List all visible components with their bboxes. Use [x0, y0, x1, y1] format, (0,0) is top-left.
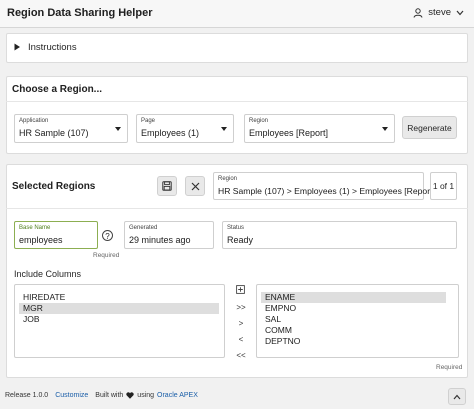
- status-field: Status Ready: [222, 221, 457, 249]
- app-title: Region Data Sharing Helper: [7, 7, 153, 19]
- save-icon: [162, 181, 172, 191]
- page-select[interactable]: Page Employees (1): [136, 114, 234, 143]
- instructions-label[interactable]: Instructions: [28, 42, 77, 53]
- user-menu[interactable]: steve: [413, 7, 464, 18]
- expand-triangle-icon[interactable]: [14, 43, 21, 51]
- columns-required: Required: [436, 364, 463, 371]
- application-label: Application: [19, 118, 49, 124]
- list-item[interactable]: SAL: [261, 314, 446, 325]
- remove-region-button[interactable]: [185, 176, 205, 196]
- application-value: HR Sample (107): [19, 128, 89, 138]
- generated-label: Generated: [129, 225, 158, 231]
- include-columns-label: Include Columns: [14, 269, 82, 279]
- application-select[interactable]: Application HR Sample (107): [14, 114, 128, 143]
- chevron-up-icon: [453, 394, 461, 399]
- caret-down-icon: [221, 127, 227, 131]
- release-text: Release 1.0.0: [5, 392, 49, 399]
- choose-region-title: Choose a Region...: [12, 84, 103, 95]
- caret-down-icon: [382, 127, 388, 131]
- using-text: using: [137, 392, 155, 399]
- selected-region-label: Region: [218, 176, 238, 182]
- list-item[interactable]: JOB: [19, 314, 219, 325]
- remove-all-button[interactable]: <<: [234, 351, 248, 361]
- reset-icon[interactable]: [236, 285, 245, 294]
- selected-region-value: HR Sample (107) > Employees (1) > Employ…: [218, 186, 435, 196]
- base-name-label: Base Name: [19, 225, 51, 231]
- customize-link[interactable]: Customize: [55, 392, 88, 399]
- generated-field: Generated 29 minutes ago: [124, 221, 214, 249]
- base-name-value: employees: [19, 235, 63, 245]
- status-label: Status: [227, 225, 245, 231]
- region-label: Region: [249, 118, 269, 124]
- available-columns-list[interactable]: HIREDATE MGR JOB: [14, 284, 225, 358]
- region-pager: 1 of 1: [430, 172, 457, 200]
- page-label: Page: [141, 118, 156, 124]
- footer: Release 1.0.0 Customize Built with using…: [5, 392, 198, 399]
- list-item[interactable]: MGR: [19, 303, 219, 314]
- generated-value: 29 minutes ago: [129, 235, 191, 245]
- region-select[interactable]: Region Employees [Report]: [244, 114, 395, 143]
- user-name: steve: [428, 7, 451, 18]
- selected-regions-title: Selected Regions: [12, 181, 96, 192]
- choose-region-divider: [6, 101, 468, 102]
- list-item[interactable]: DEPTNO: [261, 336, 446, 347]
- caret-down-icon: [115, 127, 121, 131]
- selected-region-field[interactable]: Region HR Sample (107) > Employees (1) >…: [213, 172, 435, 200]
- user-icon: [413, 7, 423, 18]
- page-value: Employees (1): [141, 128, 200, 138]
- region-value: Employees [Report]: [249, 128, 329, 138]
- regenerate-button[interactable]: Regenerate: [402, 116, 457, 139]
- help-icon[interactable]: ?: [102, 230, 113, 241]
- close-icon: [191, 182, 199, 190]
- built-with-text: Built with: [95, 392, 124, 399]
- selected-columns-list[interactable]: ENAME EMPNO SAL COMM DEPTNO: [256, 284, 459, 358]
- heart-icon: [126, 392, 134, 399]
- oracle-apex-link[interactable]: Oracle APEX: [157, 392, 198, 399]
- status-value: Ready: [227, 235, 254, 245]
- selected-regions-divider: [6, 208, 468, 209]
- list-item[interactable]: COMM: [261, 325, 446, 336]
- list-item[interactable]: EMPNO: [261, 303, 446, 314]
- move-button[interactable]: >: [234, 319, 248, 329]
- save-button[interactable]: [157, 176, 177, 196]
- remove-button[interactable]: <: [234, 335, 248, 345]
- pager-text: 1 of 1: [432, 181, 455, 191]
- base-name-required: Required: [93, 252, 120, 259]
- move-all-button[interactable]: >>: [234, 303, 248, 313]
- base-name-input[interactable]: Base Name employees: [14, 221, 98, 249]
- list-item[interactable]: HIREDATE: [19, 292, 219, 303]
- scroll-to-top-button[interactable]: [448, 388, 466, 405]
- list-item[interactable]: ENAME: [261, 292, 446, 303]
- chevron-down-icon: [456, 10, 464, 15]
